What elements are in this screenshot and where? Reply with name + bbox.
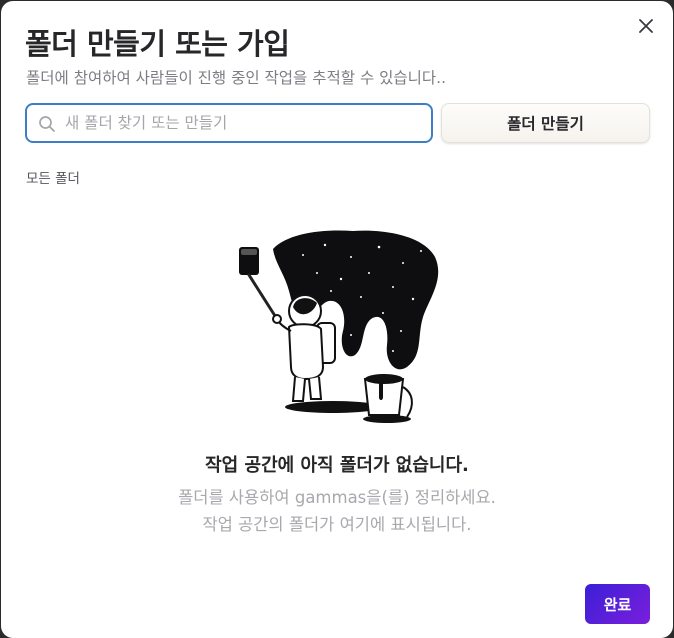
dialog-subtitle: 폴더에 참여하여 사람들이 진행 중인 작업을 추적할 수 있습니다.. [26,69,447,87]
folder-search-field[interactable] [25,103,433,143]
folder-search-input[interactable] [65,105,425,141]
empty-state-description-line2: 작업 공간의 폴더가 여기에 표시됩니다. [202,515,472,534]
create-folder-button[interactable]: 폴더 만들기 [441,103,650,143]
close-icon [639,19,653,33]
all-folders-label: 모든 폴더 [26,171,80,187]
astronaut-painting-space-illustration [239,230,439,423]
close-button[interactable] [635,15,657,37]
create-or-join-folder-dialog: 폴더 만들기 또는 가입 폴더에 참여하여 사람들이 진행 중인 작업을 추적할… [1,1,673,638]
empty-state-title: 작업 공간에 아직 폴더가 없습니다. [205,455,469,476]
search-icon [39,116,55,132]
empty-state-description-line1: 폴더를 사용하여 gammas을(를) 정리하세요. [178,488,496,507]
done-button[interactable]: 완료 [585,584,650,624]
dialog-title: 폴더 만들기 또는 가입 [25,27,290,61]
